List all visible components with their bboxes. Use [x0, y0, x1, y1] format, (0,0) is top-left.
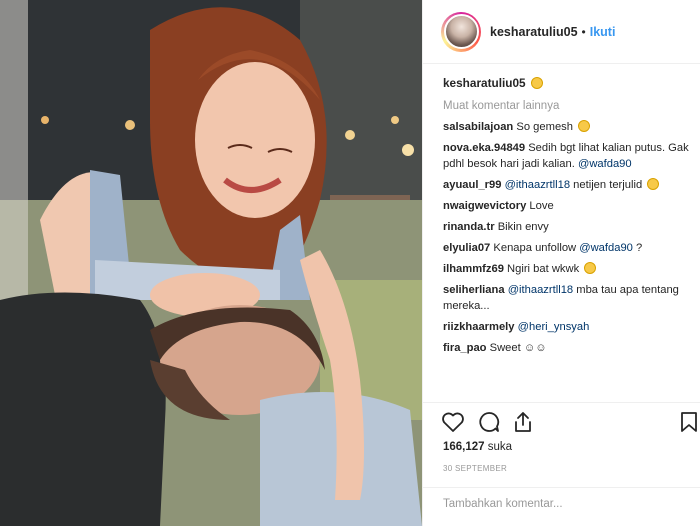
comment-row: seliherliana @ithaazrtll18 mba tau apa t… [443, 283, 693, 314]
bookmark-icon[interactable] [679, 411, 699, 433]
laugh-emoji-icon [647, 177, 660, 190]
heart-icon[interactable] [441, 411, 465, 433]
comment-text: Bikin envy [497, 220, 549, 233]
comment-username[interactable]: ayuaul_r99 [443, 179, 501, 191]
post-photo[interactable] [0, 0, 422, 526]
comment-text-after: ? [636, 241, 643, 254]
comment-row: ayuaul_r99 @ithaazrtll18 netijen terjuli… [443, 177, 693, 194]
comment-username[interactable]: fira_pao [443, 342, 487, 354]
comment-row: rinanda.tr Bikin envy [443, 220, 693, 236]
comment-row: nwaigwevictory Love [443, 199, 693, 215]
load-more-comments-button[interactable]: Muat komentar lainnya [443, 99, 693, 115]
likes-label: suka [487, 441, 513, 453]
comment-username[interactable]: seliherliana [443, 284, 505, 296]
comment-text: netijen terjulid [573, 178, 643, 191]
likes-count[interactable]: 166,127 suka [443, 441, 512, 453]
post-actions: 166,127 suka 30 SEPTEMBER [423, 402, 700, 526]
comment-username[interactable]: ilhammfz69 [443, 263, 504, 275]
comment-username[interactable]: rinanda.tr [443, 221, 495, 233]
action-icons [441, 411, 697, 437]
comment-text: Kenapa unfollow [493, 241, 577, 254]
caption-username[interactable]: kesharatuliu05 [443, 76, 526, 90]
share-icon[interactable] [511, 411, 535, 433]
comment-username[interactable]: riizkhaarmely [443, 321, 515, 333]
comment-mention[interactable]: @ithaazrtll18 [508, 284, 573, 296]
likes-number: 166,127 [443, 441, 485, 453]
comment-username[interactable]: salsabilajoan [443, 121, 513, 133]
comment-row: nova.eka.94849 Sedih bgt lihat kalian pu… [443, 141, 693, 172]
comment-username[interactable]: elyulia07 [443, 242, 490, 254]
comment-mention[interactable]: @wafda90 [579, 242, 633, 254]
comment-mention[interactable]: @wafda90 [578, 158, 632, 170]
comment-username[interactable]: nwaigwevictory [443, 200, 526, 212]
comment-text: Love [529, 199, 554, 212]
post-side-panel: kesharatuliu05 • Ikuti kesharatuliu05 Mu… [422, 0, 700, 526]
comment-input[interactable] [443, 498, 643, 510]
comment-text: Ngiri bat wkwk [507, 263, 580, 276]
post-header: kesharatuliu05 • Ikuti [423, 0, 700, 64]
post-date[interactable]: 30 SEPTEMBER [443, 464, 507, 473]
comment-icon[interactable] [477, 411, 501, 433]
comment-mention[interactable]: @ithaazrtll18 [505, 179, 570, 191]
comment-text: Sweet ☺☺ [489, 341, 547, 354]
comment-row: salsabilajoan So gemesh [443, 120, 693, 136]
comment-row: fira_pao Sweet ☺☺ [443, 341, 693, 357]
comment-text: So gemesh [516, 121, 573, 133]
comment-row: elyulia07 Kenapa unfollow @wafda90 ? [443, 241, 693, 257]
comment-row: riizkhaarmely @heri_ynsyah [443, 320, 693, 336]
follow-button[interactable]: Ikuti [590, 25, 616, 39]
comment-username[interactable]: nova.eka.94849 [443, 142, 525, 154]
avatar[interactable] [443, 14, 479, 49]
add-comment-area [423, 487, 700, 526]
grin-emoji-icon [530, 77, 543, 89]
header-separator: • [581, 24, 586, 39]
caption: kesharatuliu05 [443, 76, 693, 92]
photo-illustration [0, 0, 422, 526]
smile-emoji-icon [578, 120, 591, 132]
avatar-story-ring[interactable] [441, 11, 481, 52]
comment-row: ilhammfz69 Ngiri bat wkwk [443, 262, 693, 278]
comment-mention[interactable]: @heri_ynsyah [518, 321, 590, 333]
laugh-emoji-icon [584, 262, 597, 275]
header-username[interactable]: kesharatuliu05 [490, 25, 578, 39]
comments-list: kesharatuliu05 Muat komentar lainnya sal… [443, 74, 693, 362]
